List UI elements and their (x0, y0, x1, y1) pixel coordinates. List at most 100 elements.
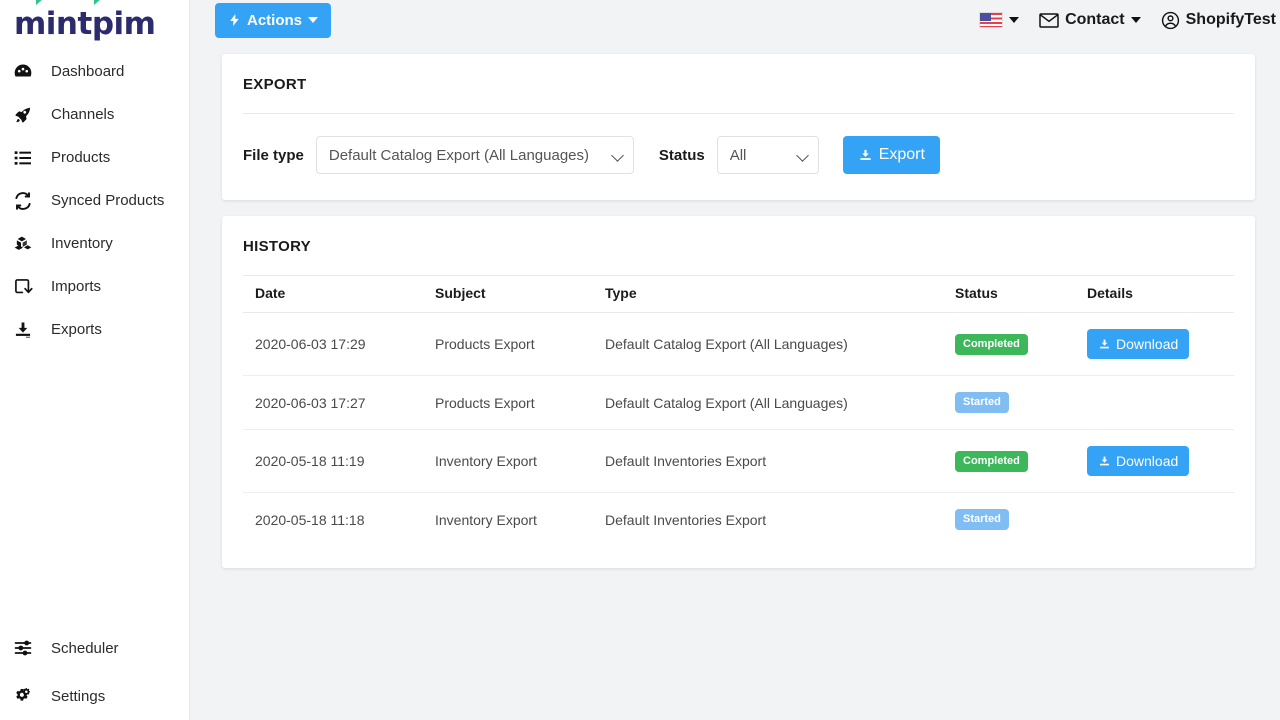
list-icon (13, 148, 43, 168)
download-button-label: Download (1116, 336, 1178, 352)
table-row: 2020-06-03 17:27Products ExportDefault C… (243, 376, 1234, 430)
status-badge: Completed (955, 334, 1028, 355)
status-badge: Started (955, 392, 1009, 413)
cell-status: Completed (943, 313, 1075, 376)
sidebar-item-label: Scheduler (43, 640, 119, 657)
sidebar-item-imports[interactable]: Imports (0, 265, 189, 308)
envelope-icon (1039, 13, 1059, 28)
user-menu[interactable]: ShopifyTest (1161, 11, 1276, 30)
cell-type: Default Inventories Export (593, 493, 943, 547)
main-content: EXPORT File type Default Catalog Export … (190, 40, 1280, 720)
download-button[interactable]: Download (1087, 446, 1189, 476)
sliders-icon (13, 638, 43, 658)
sidebar-item-synced-products[interactable]: Synced Products (0, 179, 189, 222)
logo-accent-icon (36, 0, 43, 5)
actions-button[interactable]: Actions (215, 3, 331, 38)
status-badge: Started (955, 509, 1009, 530)
sidebar-item-label: Channels (43, 106, 114, 123)
status-select[interactable]: All (717, 136, 819, 174)
export-panel-title: EXPORT (222, 54, 1255, 113)
table-row: 2020-06-03 17:29Products ExportDefault C… (243, 313, 1234, 376)
sidebar-item-settings[interactable]: Settings (0, 672, 189, 720)
actions-button-label: Actions (247, 12, 302, 29)
column-header-status: Status (943, 276, 1075, 313)
cell-date: 2020-05-18 11:19 (243, 430, 423, 493)
status-badge: Completed (955, 451, 1028, 472)
file-type-label: File type (243, 147, 304, 164)
download-icon (1098, 455, 1111, 468)
history-table-body: 2020-06-03 17:29Products ExportDefault C… (243, 313, 1234, 547)
sidebar-item-products[interactable]: Products (0, 136, 189, 179)
sync-icon (13, 191, 43, 211)
contact-menu-label: Contact (1065, 11, 1125, 29)
cell-date: 2020-06-03 17:27 (243, 376, 423, 430)
cell-date: 2020-05-18 11:18 (243, 493, 423, 547)
language-selector[interactable] (979, 12, 1019, 28)
cell-subject: Products Export (423, 376, 593, 430)
export-button[interactable]: Export (843, 136, 940, 174)
sidebar-item-channels[interactable]: Channels (0, 93, 189, 136)
status-select-wrap: All (717, 136, 819, 174)
brand-logo[interactable]: mintpim (0, 0, 189, 46)
file-type-select[interactable]: Default Catalog Export (All Languages) (316, 136, 634, 174)
cell-details (1075, 493, 1234, 547)
sidebar: mintpim Dashboard Channe (0, 0, 190, 720)
download-button-label: Download (1116, 453, 1178, 469)
history-table-head: Date Subject Type Status Details (243, 276, 1234, 313)
boxes-icon (13, 234, 43, 254)
rocket-icon (13, 105, 43, 125)
sidebar-item-label: Imports (43, 278, 101, 295)
cell-status: Started (943, 376, 1075, 430)
lightning-bolt-icon (228, 12, 241, 28)
cell-type: Default Catalog Export (All Languages) (593, 376, 943, 430)
cell-subject: Inventory Export (423, 430, 593, 493)
column-header-details: Details (1075, 276, 1234, 313)
download-button[interactable]: Download (1087, 329, 1189, 359)
table-row: 2020-05-18 11:19Inventory ExportDefault … (243, 430, 1234, 493)
cell-date: 2020-06-03 17:29 (243, 313, 423, 376)
sidebar-item-label: Dashboard (43, 63, 124, 80)
chevron-down-icon (1131, 17, 1141, 23)
sidebar-bottom-nav: Scheduler Settings (0, 624, 189, 720)
column-header-date: Date (243, 276, 423, 313)
cell-type: Default Inventories Export (593, 430, 943, 493)
history-panel-title: HISTORY (222, 216, 1255, 275)
contact-menu[interactable]: Contact (1039, 11, 1141, 29)
sidebar-item-label: Inventory (43, 235, 113, 252)
sidebar-item-inventory[interactable]: Inventory (0, 222, 189, 265)
cell-details: Download (1075, 313, 1234, 376)
top-bar-right: Contact ShopifyTest (979, 11, 1280, 30)
export-form: File type Default Catalog Export (All La… (222, 114, 1255, 200)
logo-accent-icon (94, 0, 101, 5)
cell-status: Completed (943, 430, 1075, 493)
cell-type: Default Catalog Export (All Languages) (593, 313, 943, 376)
sidebar-item-scheduler[interactable]: Scheduler (0, 624, 189, 672)
import-icon (13, 277, 43, 297)
brand-logo-text: mintpim (14, 9, 155, 40)
cell-subject: Products Export (423, 313, 593, 376)
sidebar-item-exports[interactable]: Exports (0, 308, 189, 351)
history-table: Date Subject Type Status Details 2020-06… (243, 276, 1234, 546)
cell-subject: Inventory Export (423, 493, 593, 547)
export-button-label: Export (879, 146, 925, 164)
user-menu-label: ShopifyTest (1186, 11, 1276, 29)
sidebar-item-label: Exports (43, 321, 102, 338)
sidebar-item-dashboard[interactable]: Dashboard (0, 50, 189, 93)
history-panel: HISTORY Date Subject Type Status Details… (222, 216, 1255, 568)
status-label: Status (659, 147, 705, 164)
download-icon (1098, 338, 1111, 351)
download-icon (13, 320, 43, 340)
file-type-select-wrap: Default Catalog Export (All Languages) (316, 136, 634, 174)
sidebar-item-label: Synced Products (43, 192, 164, 209)
download-icon (858, 148, 873, 163)
chevron-down-icon (308, 17, 318, 23)
dashboard-icon (13, 62, 43, 82)
cell-details: Download (1075, 430, 1234, 493)
column-header-type: Type (593, 276, 943, 313)
sidebar-nav: Dashboard Channels Products (0, 50, 189, 351)
user-circle-icon (1161, 11, 1180, 30)
column-header-subject: Subject (423, 276, 593, 313)
gears-icon (13, 686, 43, 706)
cell-details (1075, 376, 1234, 430)
chevron-down-icon (1009, 17, 1019, 23)
